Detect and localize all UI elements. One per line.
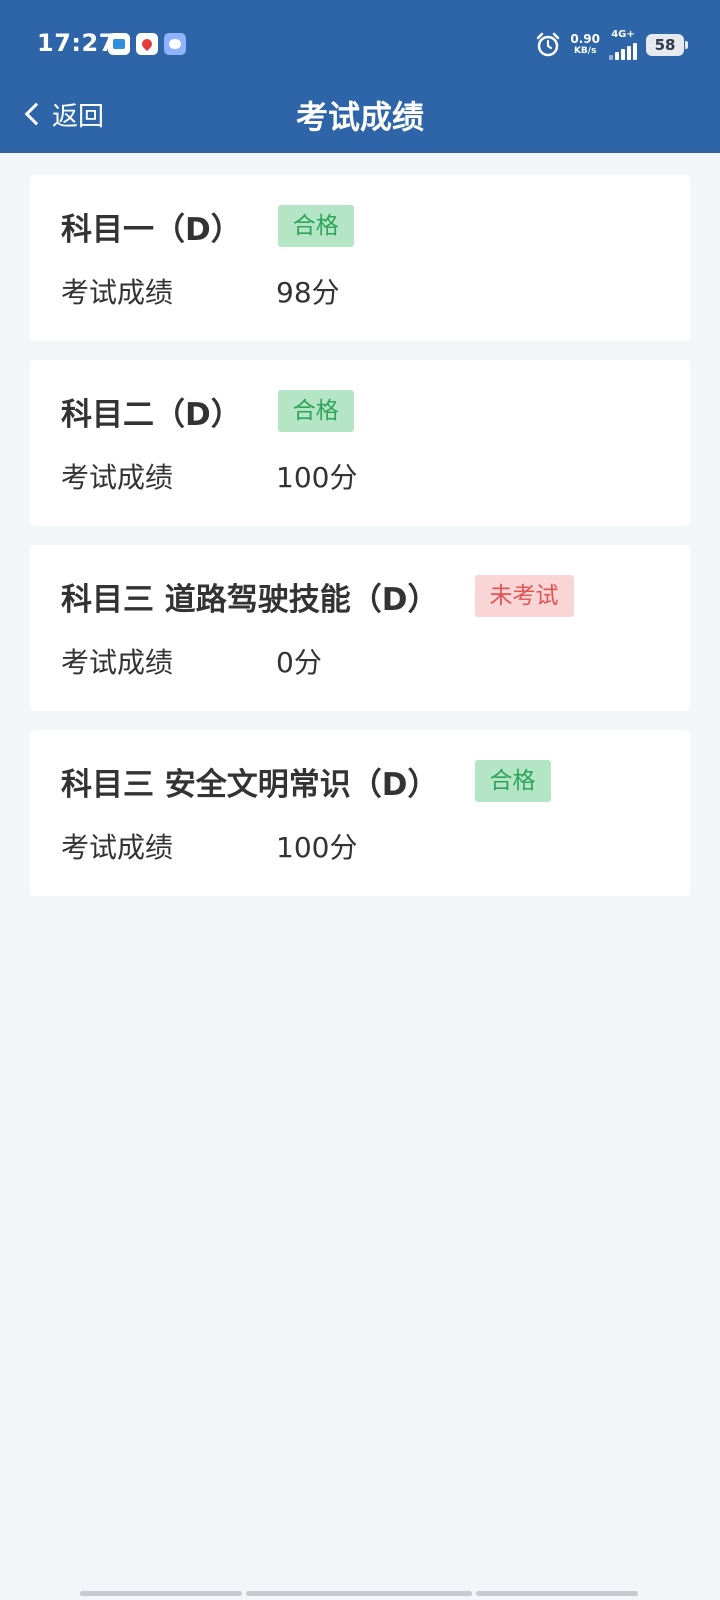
page-title: 考试成绩 [295,98,424,136]
network-speed: 0.90 KB/s [570,33,600,57]
score-value: 100分 [276,831,358,864]
exam-score-card[interactable]: 科目二（D） 合格 考试成绩 100分 [30,360,690,526]
cloud-app-icon [164,33,186,55]
network-type: 4G+ [611,29,635,40]
exam-score-list: 科目一（D） 合格 考试成绩 98分 科目二（D） 合格 考试成绩 100分 科… [30,175,690,915]
app-header: 17:27 0.90 KB/s 4G+ 58 返回 考试成绩 [0,0,720,153]
score-value: 98分 [276,276,340,309]
card-title-row: 科目三 安全文明常识（D） 合格 [61,760,659,803]
score-label: 考试成绩 [61,276,174,309]
maps-pin-icon [136,33,158,55]
score-value: 100分 [276,461,358,494]
score-label: 考试成绩 [61,831,174,864]
notification-icons [108,33,186,55]
navigation-bar: 返回 考试成绩 [0,80,720,153]
exam-score-card[interactable]: 科目三 道路驾驶技能（D） 未考试 考试成绩 0分 [30,545,690,711]
exam-score-card[interactable]: 科目三 安全文明常识（D） 合格 考试成绩 100分 [30,730,690,896]
signal-strength-icon [609,42,637,60]
network-speed-value: 0.90 [570,32,600,46]
status-badge: 合格 [474,760,551,802]
score-label: 考试成绩 [61,461,174,494]
subject-name: 科目三 道路驾驶技能（D） [61,581,439,618]
status-bar: 17:27 0.90 KB/s 4G+ 58 [0,0,720,80]
score-value: 0分 [276,646,322,679]
status-badge: 合格 [277,205,354,247]
status-time: 17:27 [37,29,116,57]
score-label: 考试成绩 [61,646,174,679]
status-right-cluster: 0.90 KB/s 4G+ 58 [535,30,688,60]
exam-score-card[interactable]: 科目一（D） 合格 考试成绩 98分 [30,175,690,341]
network-speed-unit: KB/s [573,46,597,56]
alarm-clock-icon [537,32,560,57]
card-title-row: 科目一（D） 合格 [61,205,659,248]
score-row: 考试成绩 100分 [61,456,659,496]
score-row: 考试成绩 0分 [61,641,659,681]
card-title-row: 科目二（D） 合格 [61,390,659,433]
status-badge: 未考试 [474,575,574,617]
card-title-row: 科目三 道路驾驶技能（D） 未考试 [61,575,659,618]
gesture-bar[interactable] [80,1591,640,1596]
subject-name: 科目二（D） [61,396,242,433]
subject-name: 科目三 安全文明常识（D） [61,766,439,803]
window-app-icon [108,33,130,55]
status-badge: 合格 [277,390,354,432]
battery-icon: 58 [646,34,688,56]
score-row: 考试成绩 100分 [61,826,659,866]
score-row: 考试成绩 98分 [61,271,659,311]
battery-level: 58 [654,36,676,54]
subject-name: 科目一（D） [61,211,242,248]
network-indicator: 4G+ [609,30,637,60]
